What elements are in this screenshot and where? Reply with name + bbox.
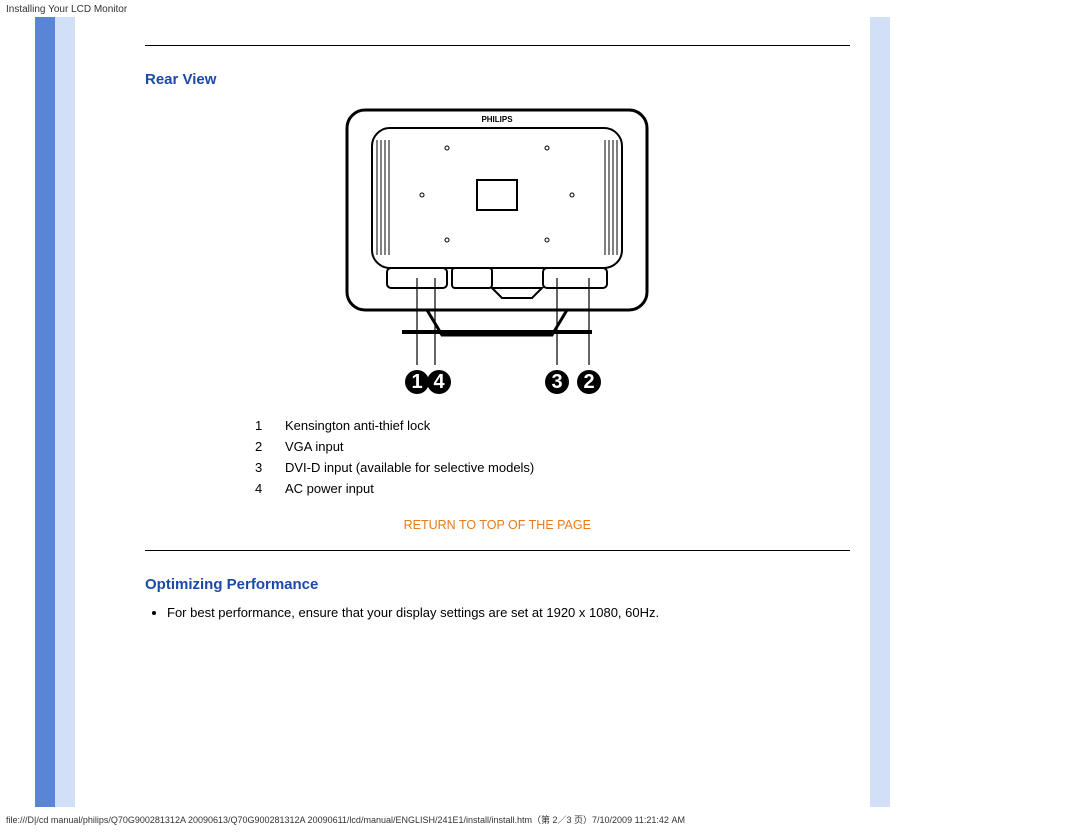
svg-text:4: 4 [434,371,446,393]
svg-text:1: 1 [412,371,423,393]
return-to-top-link[interactable]: RETURN TO TOP OF THE PAGE [145,518,850,532]
legend-text: VGA input [285,439,850,454]
legend-text: Kensington anti-thief lock [285,418,850,433]
monitor-rear-svg: PHILIPS [327,100,667,400]
optimizing-list: For best performance, ensure that your d… [149,605,850,620]
page-body: Rear View PHILIPS [0,17,1080,807]
sidebar-lightblue [55,17,75,807]
optimizing-heading: Optimizing Performance [145,576,850,593]
divider [145,45,850,46]
content-area: Rear View PHILIPS [75,17,870,807]
svg-text:3: 3 [552,371,563,393]
rear-view-heading: Rear View [145,71,850,88]
sidebar-lightblue-right [870,17,890,807]
list-item: For best performance, ensure that your d… [167,605,850,620]
header-title: Installing Your LCD Monitor [6,4,127,15]
svg-text:2: 2 [584,371,595,393]
rear-view-diagram: PHILIPS [327,100,667,400]
legend-text: DVI-D input (available for selective mod… [285,460,850,475]
legend-text: AC power input [285,481,850,496]
legend-num: 3 [255,460,285,475]
brand-label: PHILIPS [482,115,514,124]
page-header: Installing Your LCD Monitor [0,0,1080,17]
sidebar-blue [35,17,55,807]
footer-path: file:///D|/cd manual/philips/Q70G9002813… [6,815,685,825]
right-pad [890,17,1080,807]
legend-num: 1 [255,418,285,433]
legend-num: 2 [255,439,285,454]
left-gutter [0,17,35,807]
legend-num: 4 [255,481,285,496]
page-footer: file:///D|/cd manual/philips/Q70G9002813… [0,807,1080,832]
divider [145,550,850,551]
rear-view-legend: 1 Kensington anti-thief lock 2 VGA input… [255,418,850,496]
